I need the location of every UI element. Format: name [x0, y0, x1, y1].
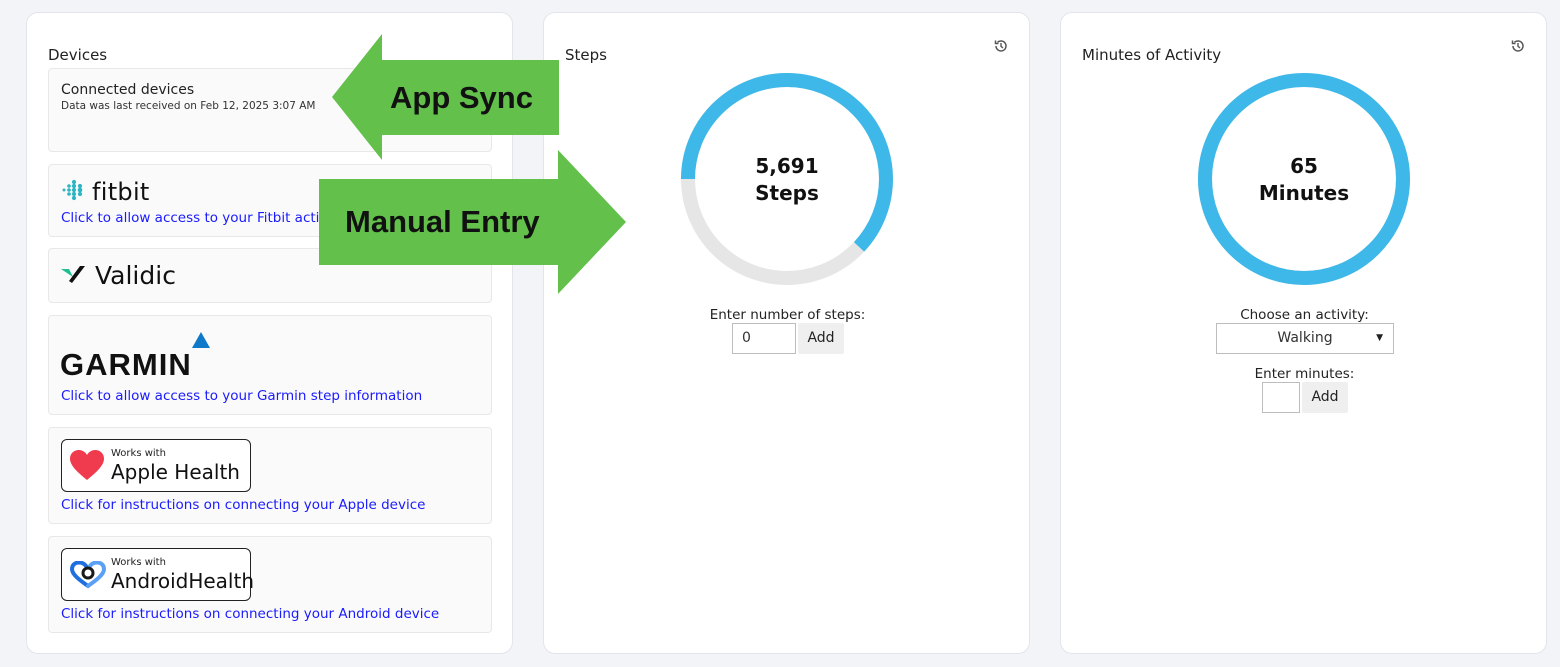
history-icon[interactable] [993, 38, 1009, 54]
apple-box[interactable]: Works with Apple Health Click for instru… [48, 427, 492, 524]
last-received-text: Data was last received on Feb 12, 2025 3… [61, 100, 316, 112]
choose-activity-label: Choose an activity: [1240, 307, 1369, 323]
garmin-connect-link[interactable]: Click to allow access to your Garmin ste… [61, 388, 422, 404]
minutes-input[interactable] [1262, 382, 1300, 413]
app-sync-label: App Sync [390, 80, 533, 115]
enter-minutes-label: Enter minutes: [1254, 366, 1355, 382]
enter-steps-label: Enter number of steps: [709, 307, 866, 323]
validic-logo: Validic [95, 261, 176, 290]
activity-card: Minutes of Activity 65 Minutes Choose an… [1060, 12, 1547, 654]
steps-card: Steps 5,691 Steps Enter number of steps:… [543, 12, 1030, 654]
android-instructions-link[interactable]: Click for instructions on connecting you… [61, 606, 439, 622]
steps-value: 5,691 [755, 154, 819, 178]
steps-ring-label: 5,691 Steps [681, 153, 893, 207]
android-badge-big: AndroidHealth [111, 569, 254, 593]
steps-add-button[interactable]: Add [798, 323, 844, 354]
activity-unit: Minutes [1258, 181, 1350, 205]
android-badge-small: Works with [111, 557, 166, 568]
activity-value: 65 [1290, 154, 1318, 178]
fitbit-connect-link[interactable]: Click to allow access to your Fitbit act… [61, 210, 327, 226]
garmin-logo: GARMIN [60, 347, 192, 382]
validic-check-icon [61, 266, 85, 283]
activity-select-value: Walking [1277, 330, 1333, 346]
heart-icon [70, 450, 104, 480]
minutes-add-button[interactable]: Add [1302, 382, 1348, 413]
fitbit-dots-icon [62, 179, 83, 201]
steps-input[interactable]: 0 [732, 323, 796, 354]
connected-devices-title: Connected devices [61, 82, 195, 98]
apple-badge-big: Apple Health [111, 460, 240, 484]
android-health-icon [70, 561, 106, 588]
android-box[interactable]: Works with AndroidHealth Click for instr… [48, 536, 492, 633]
apple-badge-small: Works with [111, 448, 166, 459]
activity-ring-label: 65 Minutes [1198, 153, 1410, 207]
manual-entry-label: Manual Entry [345, 204, 540, 239]
garmin-box[interactable]: GARMIN Click to allow access to your Gar… [48, 315, 492, 415]
steps-title: Steps [565, 46, 607, 64]
devices-title: Devices [48, 46, 108, 64]
garmin-triangle-icon [192, 332, 210, 348]
android-health-badge[interactable]: Works with AndroidHealth [61, 548, 254, 601]
apple-instructions-link[interactable]: Click for instructions on connecting you… [61, 497, 425, 513]
apple-health-badge[interactable]: Works with Apple Health [61, 439, 251, 492]
steps-unit: Steps [755, 181, 819, 205]
fitbit-logo: fitbit [92, 178, 150, 206]
activity-title: Minutes of Activity [1082, 46, 1222, 64]
history-icon[interactable] [1510, 38, 1526, 54]
activity-select[interactable]: Walking ▼ [1216, 323, 1394, 354]
dropdown-caret-icon: ▼ [1376, 333, 1383, 343]
